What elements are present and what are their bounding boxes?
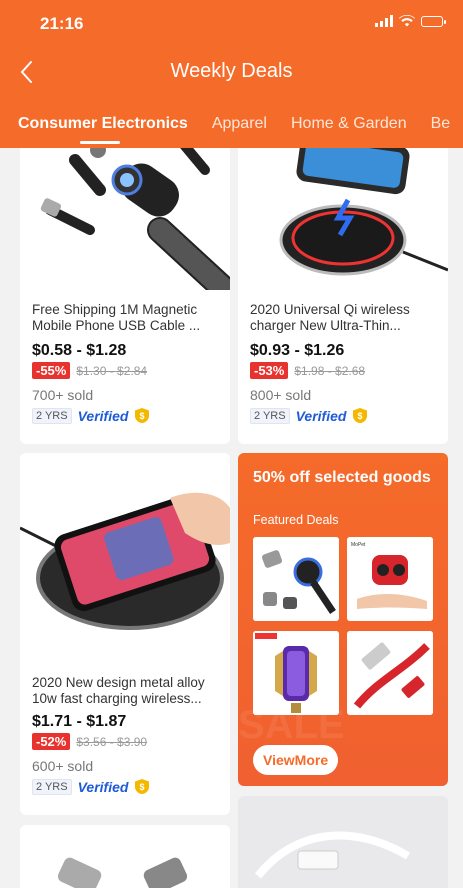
years-badge: 2 YRS [32, 778, 72, 795]
discount-row: -53% $1.98 - $2.68 [250, 362, 365, 379]
discount-row: -52% $3.56 - $3.90 [32, 733, 147, 750]
tab-home-garden[interactable]: Home & Garden [279, 112, 419, 148]
original-price: $1.98 - $2.68 [294, 363, 366, 378]
signal-icon [375, 15, 393, 27]
featured-deals-card[interactable]: SALE 50% off selected goods Featured Dea… [238, 453, 448, 786]
sold-count: 700+ sold [32, 387, 94, 403]
promo-title: 50% off selected goods [253, 469, 431, 486]
tab-beauty[interactable]: Be [419, 112, 463, 148]
shield-dollar-icon: $ [135, 408, 150, 423]
tab-apparel[interactable]: Apparel [200, 112, 279, 148]
product-image [20, 453, 230, 663]
product-card[interactable] [20, 825, 230, 888]
product-title: 2020 New design metal alloy 10w fast cha… [32, 675, 205, 706]
product-card[interactable] [238, 796, 448, 888]
sold-count: 800+ sold [250, 387, 312, 403]
view-more-button[interactable]: ViewMore [253, 745, 339, 775]
wifi-icon [399, 15, 415, 27]
verified-label: Verified [77, 778, 129, 795]
status-icons [375, 15, 446, 27]
tab-consumer-electronics[interactable]: Consumer Electronics [0, 112, 200, 148]
original-price: $3.56 - $3.90 [76, 734, 148, 749]
discount-badge: -52% [32, 733, 71, 750]
svg-text:$: $ [140, 411, 145, 421]
svg-text:MoPet: MoPet [351, 542, 366, 548]
supplier-badges: 2 YRS Verified $ [32, 778, 150, 795]
featured-item-magnetic-cable[interactable] [253, 537, 339, 621]
years-badge: 2 YRS [250, 407, 290, 424]
shield-dollar-icon: $ [353, 408, 368, 423]
supplier-badges: 2 YRS Verified $ [32, 407, 150, 424]
product-image [20, 825, 230, 888]
discount-badge: -55% [32, 362, 71, 379]
nav-bar: Weekly Deals [0, 50, 463, 94]
page-title: Weekly Deals [170, 60, 293, 82]
product-price: $0.93 - $1.26 [250, 342, 345, 359]
discount-row: -55% $1.30 - $2.84 [32, 362, 147, 379]
product-card[interactable]: 2020 Universal Qi wireless charger New U… [238, 120, 448, 444]
shield-dollar-icon: $ [135, 779, 150, 794]
featured-item-car-charger[interactable] [253, 631, 339, 715]
product-price: $1.71 - $1.87 [32, 713, 127, 730]
status-bar: 21:16 [0, 0, 463, 46]
battery-icon [421, 15, 446, 27]
supplier-badges: 2 YRS Verified $ [250, 407, 368, 424]
discount-badge: -53% [250, 362, 289, 379]
verified-label: Verified [77, 407, 129, 424]
promo-subtitle: Featured Deals [253, 513, 339, 527]
svg-text:$: $ [140, 782, 145, 792]
status-time: 21:16 [40, 14, 84, 33]
product-card[interactable]: 2020 New design metal alloy 10w fast cha… [20, 453, 230, 815]
featured-item-usb-cable[interactable] [347, 631, 433, 715]
original-price: $1.30 - $2.84 [76, 363, 148, 378]
svg-text:$: $ [358, 411, 363, 421]
sold-count: 600+ sold [32, 758, 94, 774]
product-image [238, 796, 448, 888]
product-title: 2020 Universal Qi wireless charger New U… [250, 302, 410, 333]
verified-label: Verified [295, 407, 347, 424]
featured-item-earbuds[interactable]: MoPet [347, 537, 433, 621]
product-price: $0.58 - $1.28 [32, 342, 127, 359]
app-header: 21:16 Weekly Deals Consumer Electronics … [0, 0, 463, 148]
product-card[interactable]: Free Shipping 1M Magnetic Mobile Phone U… [20, 120, 230, 444]
category-tabs: Consumer Electronics Apparel Home & Gard… [0, 112, 463, 148]
product-title: Free Shipping 1M Magnetic Mobile Phone U… [32, 302, 201, 333]
years-badge: 2 YRS [32, 407, 72, 424]
